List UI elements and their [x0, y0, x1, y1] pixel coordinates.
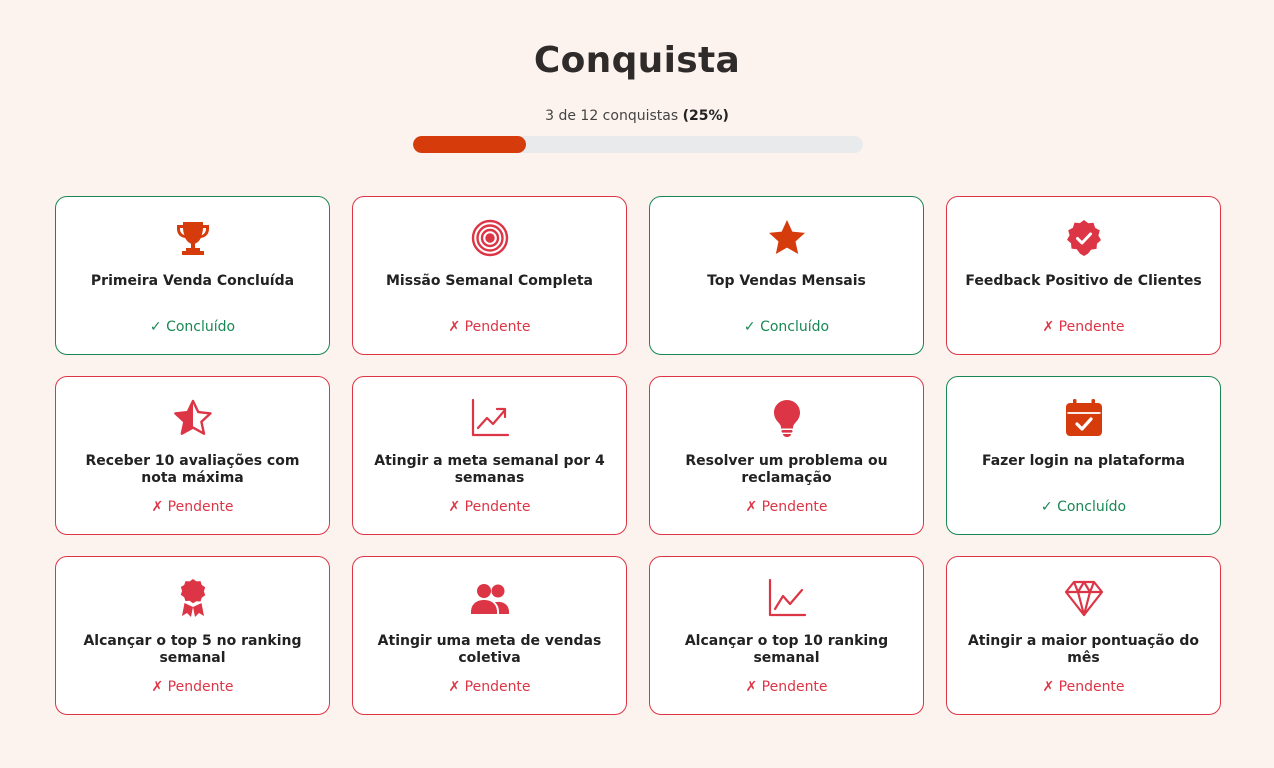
achievement-card[interactable]: Atingir a meta semanal por 4 semanas ✗ Pe… — [352, 376, 627, 535]
page-title: Conquista — [533, 40, 741, 81]
status-pending: ✗ Pendente — [151, 499, 234, 515]
achievement-title: Primeira Venda Concluída — [90, 273, 295, 289]
achievement-card[interactable]: Alcançar o top 5 no ranking semanal ✗ Pen… — [55, 556, 330, 715]
status-completed: ✓ Concluído — [743, 319, 830, 335]
progress-bar — [413, 136, 863, 153]
status-pending: ✗ Pendente — [448, 679, 531, 695]
achievement-card[interactable]: Missão Semanal Completa ✗ Pendente — [352, 196, 627, 355]
achievement-title: Missão Semanal Completa — [386, 273, 593, 289]
status-pending: ✗ Pendente — [745, 499, 828, 515]
status-pending: ✗ Pendente — [151, 679, 234, 695]
lightbulb-icon — [650, 398, 923, 438]
achievement-card[interactable]: Feedback Positivo de Clientes ✗ Pendente — [946, 196, 1221, 355]
achievement-card[interactable]: Receber 10 avaliações com nota máxima ✗ P… — [55, 376, 330, 535]
status-pending: ✗ Pendente — [1042, 679, 1125, 695]
target-icon — [353, 218, 626, 258]
achievement-title: Atingir uma meta de vendas coletiva — [377, 633, 602, 666]
achievement-card[interactable]: Primeira Venda Concluída ✓ Concluído — [55, 196, 330, 355]
achievement-title: Fazer login na plataforma — [981, 453, 1186, 469]
achievement-card[interactable]: Top Vendas Mensais ✓ Concluído — [649, 196, 924, 355]
graph-up-arrow-icon — [353, 398, 626, 438]
achievement-title: Atingir a maior pontuação do mês — [967, 633, 1200, 666]
calendar-check-icon — [947, 398, 1220, 438]
achievement-title: Receber 10 avaliações com nota máxima — [85, 453, 300, 486]
achievement-card[interactable]: Resolver um problema ou reclamação ✗ Pend… — [649, 376, 924, 535]
achievement-card[interactable]: Fazer login na plataforma ✓ Concluído — [946, 376, 1221, 535]
status-completed: ✓ Concluído — [1040, 499, 1127, 515]
status-pending: ✗ Pendente — [745, 679, 828, 695]
achievement-card[interactable]: Atingir uma meta de vendas coletiva ✗ Pen… — [352, 556, 627, 715]
graph-up-icon — [650, 578, 923, 618]
progress-bar-fill — [413, 136, 526, 153]
gem-icon — [947, 578, 1220, 618]
half-star-icon — [56, 398, 329, 438]
achievements-page: Conquista 3 de 12 conquistas (25%) Prime… — [0, 0, 1274, 768]
star-icon — [650, 218, 923, 258]
achievement-card[interactable]: Alcançar o top 10 ranking semanal ✗ Pende… — [649, 556, 924, 715]
achievement-card[interactable]: Atingir a maior pontuação do mês ✗ Penden… — [946, 556, 1221, 715]
progress-percent: (25%) — [682, 108, 729, 124]
achievement-title: Feedback Positivo de Clientes — [965, 273, 1202, 289]
people-icon — [353, 578, 626, 618]
achievements-grid: Primeira Venda Concluída ✓ Concluído Missã… — [55, 196, 1221, 715]
award-icon — [56, 578, 329, 618]
achievement-title: Top Vendas Mensais — [707, 273, 866, 289]
progress-count-text: 3 de 12 conquistas — [545, 108, 683, 124]
achievement-title: Resolver um problema ou reclamação — [685, 453, 888, 486]
status-pending: ✗ Pendente — [1042, 319, 1125, 335]
achievement-title: Alcançar o top 5 no ranking semanal — [83, 633, 302, 666]
verified-badge-icon — [947, 218, 1220, 258]
trophy-icon — [56, 218, 329, 258]
progress-summary: 3 de 12 conquistas (25%) — [0, 108, 1274, 124]
achievement-title: Atingir a meta semanal por 4 semanas — [374, 453, 605, 486]
status-completed: ✓ Concluído — [149, 319, 236, 335]
status-pending: ✗ Pendente — [448, 319, 531, 335]
status-pending: ✗ Pendente — [448, 499, 531, 515]
achievement-title: Alcançar o top 10 ranking semanal — [684, 633, 889, 666]
